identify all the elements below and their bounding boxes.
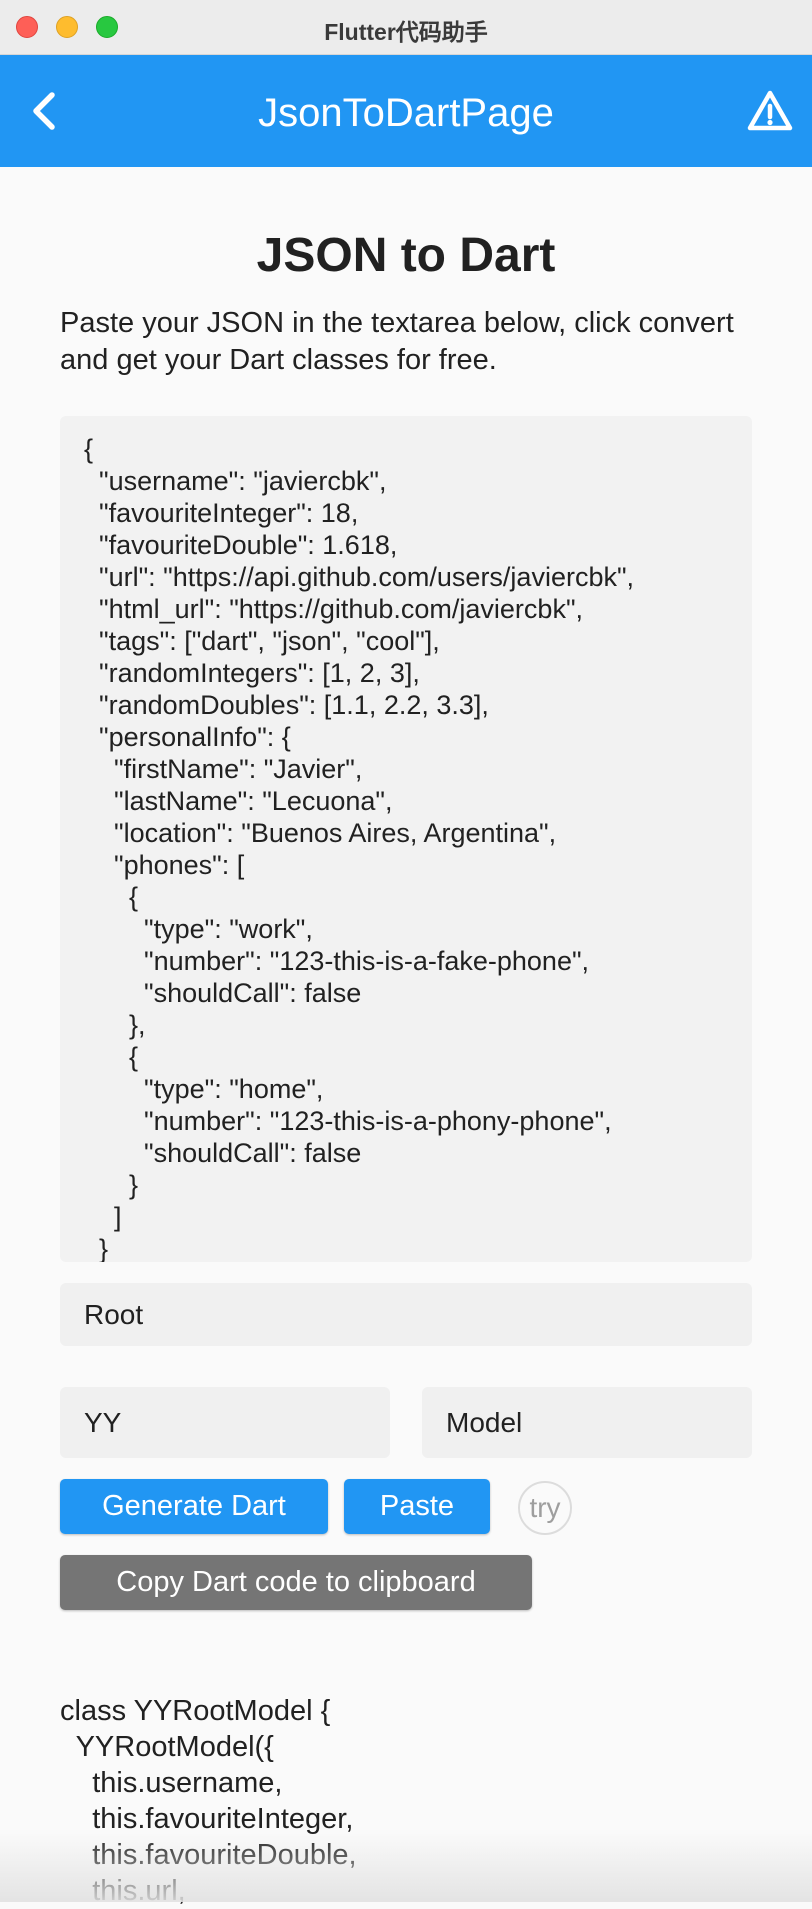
page-title: JsonToDartPage [258, 91, 554, 135]
window-titlebar: Flutter代码助手 [0, 0, 812, 55]
class-prefix-value: YY [84, 1406, 122, 1438]
window-title: Flutter代码助手 [324, 19, 488, 45]
class-suffix-field[interactable]: Model [422, 1387, 752, 1458]
warning-icon [747, 90, 793, 131]
paste-button[interactable]: Paste [344, 1479, 490, 1534]
root-class-name-field[interactable]: Root [60, 1283, 752, 1346]
generate-dart-button[interactable]: Generate Dart [60, 1479, 328, 1534]
root-class-name-value: Root [84, 1298, 144, 1330]
warning-button[interactable] [744, 85, 796, 137]
class-prefix-field[interactable]: YY [60, 1387, 390, 1458]
try-button[interactable]: try [518, 1481, 572, 1535]
app-bar: JsonToDartPage [0, 55, 812, 167]
bottom-fade [0, 1832, 812, 1902]
description-text: Paste your JSON in the textarea below, c… [60, 307, 734, 376]
section-heading: JSON to Dart [256, 229, 556, 282]
class-suffix-value: Model [446, 1406, 523, 1438]
json-input-textarea[interactable]: { "username": "javiercbk", "favouriteInt… [60, 416, 752, 1262]
json-input-text: { "username": "javiercbk", "favouriteInt… [84, 434, 635, 1262]
copy-dart-code-button[interactable]: Copy Dart code to clipboard [60, 1555, 532, 1610]
